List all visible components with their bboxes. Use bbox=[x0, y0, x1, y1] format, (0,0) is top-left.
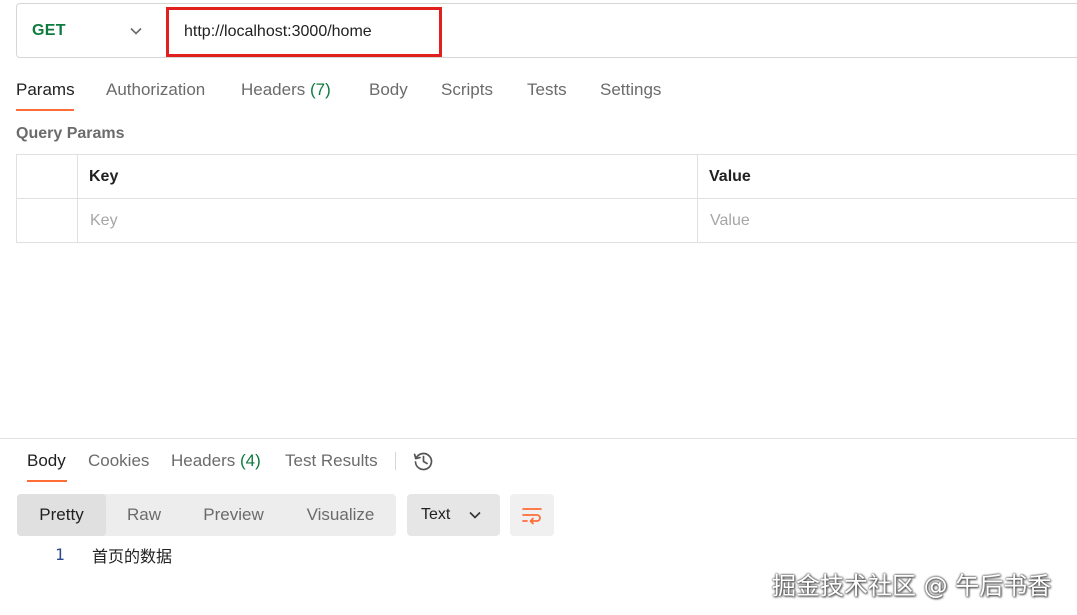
tab-authorization[interactable]: Authorization bbox=[106, 80, 205, 100]
response-body-text[interactable]: 首页的数据 bbox=[92, 543, 172, 567]
view-mode-preview[interactable]: Preview bbox=[182, 494, 285, 536]
tab-tests[interactable]: Tests bbox=[527, 80, 567, 100]
view-mode-visualize[interactable]: Visualize bbox=[285, 494, 396, 536]
response-tab-test-results[interactable]: Test Results bbox=[285, 451, 378, 471]
tab-separator bbox=[395, 452, 396, 470]
view-mode-raw[interactable]: Raw bbox=[106, 494, 182, 536]
response-tab-body[interactable]: Body bbox=[27, 451, 66, 471]
table-row: Key Value bbox=[17, 199, 1077, 243]
key-input[interactable]: Key bbox=[78, 199, 698, 243]
query-params-table: Key Value Key Value bbox=[16, 154, 1077, 243]
response-divider[interactable] bbox=[0, 438, 1077, 439]
method-label: GET bbox=[32, 22, 66, 39]
wrap-lines-icon bbox=[522, 508, 542, 525]
watermark: 掘金技术社区 @ 午后书香 bbox=[772, 572, 1052, 600]
view-mode-pretty[interactable]: Pretty bbox=[17, 494, 106, 536]
history-icon[interactable] bbox=[412, 450, 434, 472]
method-selector[interactable]: GET bbox=[17, 4, 167, 57]
table-header-row: Key Value bbox=[17, 155, 1077, 199]
response-headers-count: (4) bbox=[240, 451, 261, 470]
query-params-title: Query Params bbox=[16, 125, 125, 142]
request-url-bar: GET http://localhost:3000/home bbox=[16, 3, 1077, 58]
url-text: http://localhost:3000/home bbox=[184, 23, 372, 40]
tab-settings[interactable]: Settings bbox=[600, 80, 661, 100]
format-select-value: Text bbox=[421, 506, 451, 523]
format-select[interactable]: Text bbox=[407, 494, 500, 536]
tab-body[interactable]: Body bbox=[369, 80, 408, 100]
headers-count: (7) bbox=[310, 80, 331, 99]
view-mode-selector: Pretty Raw Preview Visualize bbox=[17, 494, 396, 536]
response-tab-headers[interactable]: Headers (4) bbox=[171, 451, 261, 471]
active-tab-indicator bbox=[16, 109, 74, 111]
wrap-lines-button[interactable] bbox=[510, 494, 554, 536]
chevron-down-icon bbox=[130, 27, 142, 35]
chevron-down-icon bbox=[469, 511, 481, 519]
line-number: 1 bbox=[55, 545, 65, 564]
column-divider bbox=[697, 155, 698, 242]
column-divider bbox=[77, 155, 78, 242]
tab-headers[interactable]: Headers (7) bbox=[241, 80, 331, 100]
active-tab-indicator bbox=[27, 480, 67, 482]
tab-params[interactable]: Params bbox=[16, 80, 75, 100]
url-input[interactable]: http://localhost:3000/home bbox=[166, 7, 442, 57]
value-column-header: Value bbox=[709, 168, 751, 185]
key-column-header: Key bbox=[89, 168, 119, 185]
response-tab-cookies[interactable]: Cookies bbox=[88, 451, 149, 471]
tab-scripts[interactable]: Scripts bbox=[441, 80, 493, 100]
value-input[interactable]: Value bbox=[698, 199, 1077, 243]
